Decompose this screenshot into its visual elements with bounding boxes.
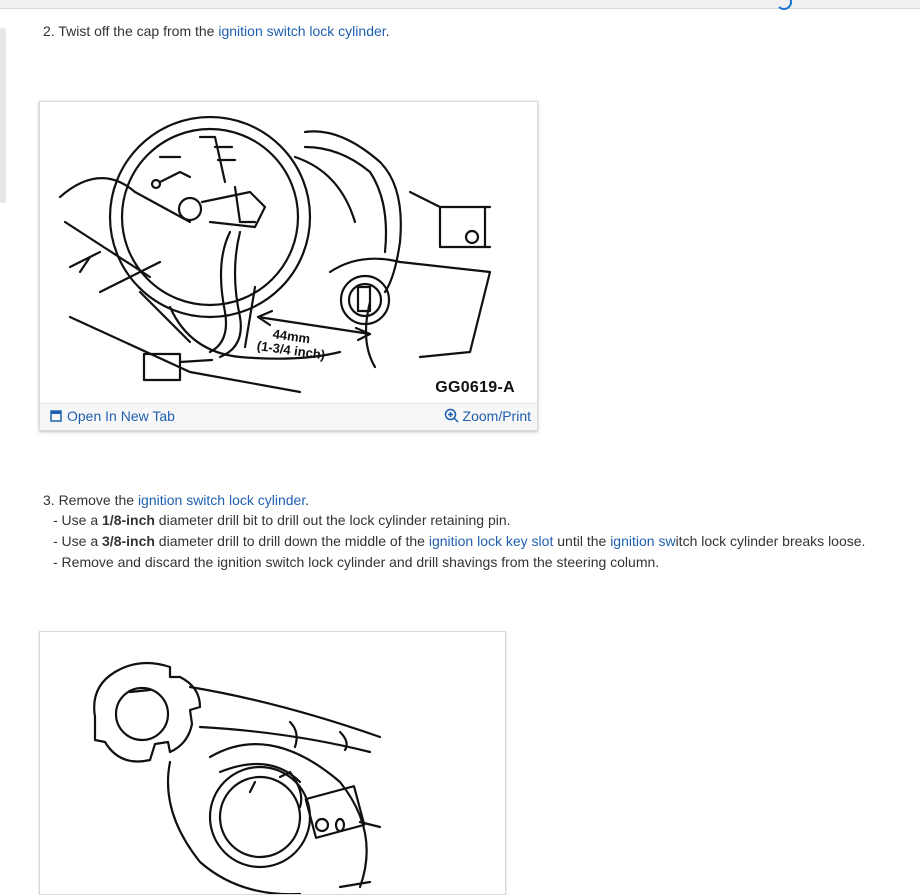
step-3-prefix: 3. Remove the [43, 492, 138, 508]
step-2-prefix: 2. Twist off the cap from the [43, 23, 219, 39]
zoom-print-label: Zoom/Print [462, 408, 531, 424]
figure-code: GG0619-A [435, 379, 515, 396]
ignition-switch-lock-cylinder-link[interactable]: ignition switch lock cylinder [218, 23, 385, 39]
ignition-switch-lock-cylinder-link[interactable]: ignition switch lock cylinder [138, 492, 305, 508]
step-3-item-1: - Use a 1/8-inch diameter drill bit to d… [53, 510, 511, 531]
step-2-text: 2. Twist off the cap from the ignition s… [43, 21, 390, 42]
figure-ignition-cap: 44mm (1-3/4 inch) GG0619-A Open In New T… [39, 101, 538, 431]
figure-lock-cylinder-removal [39, 631, 506, 895]
item-text: - Use a [53, 533, 103, 549]
lock-cylinder-illustration [93, 661, 382, 894]
drill-size: 3/8-inch [102, 533, 155, 549]
step-3-text: 3. Remove the ignition switch lock cylin… [43, 490, 309, 511]
loading-icon [776, 0, 792, 10]
step-3-item-3: - Remove and discard the ignition switch… [53, 552, 659, 573]
zoom-print-button[interactable]: Zoom/Print [444, 408, 531, 424]
step-3-suffix: . [305, 492, 310, 508]
item-text: itch lock cylinder breaks loose. [675, 533, 866, 549]
ignition-lock-key-slot-link[interactable]: ignition lock key slot [429, 533, 554, 549]
step-3-item-2: - Use a 3/8-inch diameter drill to drill… [53, 531, 865, 552]
drill-size: 1/8-inch [102, 512, 155, 528]
open-in-new-tab-button[interactable]: Open In New Tab [50, 408, 175, 424]
ignition-cap-illustration: 44mm (1-3/4 inch) [58, 115, 492, 394]
item-text: - Use a [53, 512, 103, 528]
figure-footer: Open In New Tab Zoom/Print [40, 403, 537, 430]
step-2-suffix: . [385, 23, 390, 39]
item-text: diameter drill to drill down the middle … [154, 533, 429, 549]
open-in-new-tab-label: Open In New Tab [67, 408, 175, 424]
scrollbar[interactable] [0, 28, 6, 203]
ignition-switch-link[interactable]: ignition sw [610, 533, 675, 549]
open-in-new-tab-icon [50, 410, 62, 422]
top-toolbar [0, 0, 920, 10]
item-text: until the [553, 533, 611, 549]
item-text: - Remove and discard the ignition switch… [53, 554, 660, 570]
item-text: diameter drill bit to drill out the lock… [154, 512, 511, 528]
zoom-in-icon [444, 408, 459, 423]
